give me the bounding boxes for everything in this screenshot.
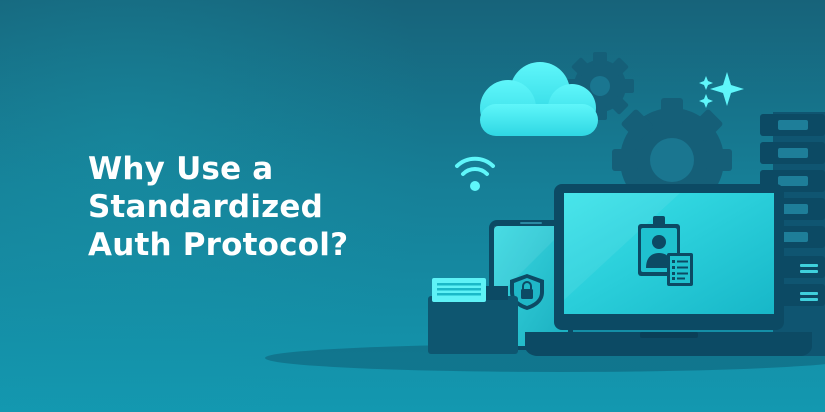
wifi-icon [455, 156, 495, 191]
sparkle-icon [699, 72, 744, 108]
document-stack [428, 278, 518, 354]
checklist-icon [667, 253, 693, 286]
tech-illustration [265, 52, 825, 372]
hero-banner: Why Use a Standardized Auth Protocol? [0, 0, 825, 412]
